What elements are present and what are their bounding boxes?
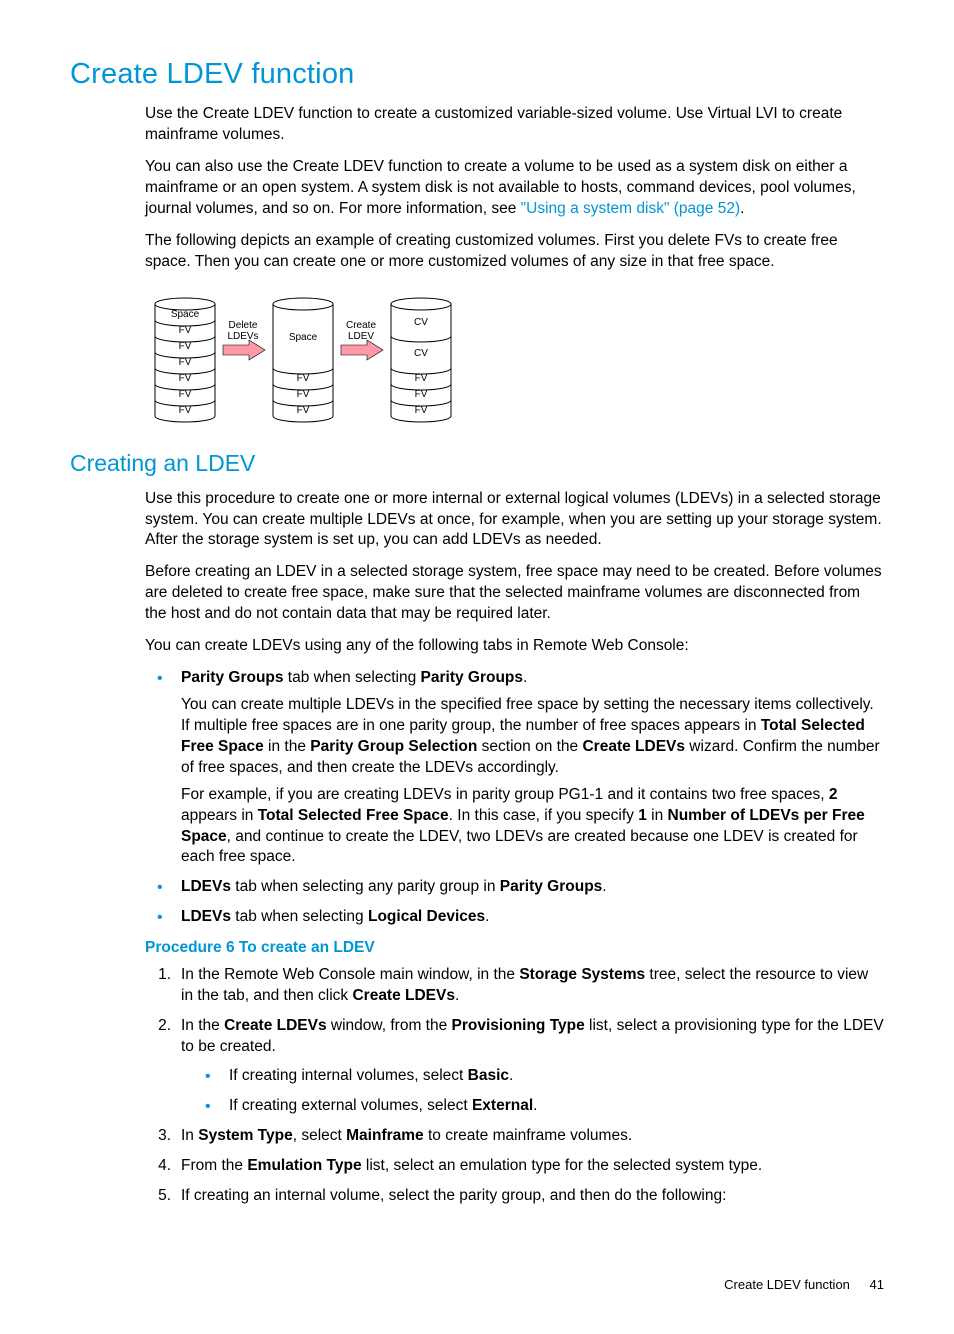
arrow1-text-1: LDEVs (227, 331, 258, 342)
procedure-steps: In the Remote Web Console main window, i… (145, 965, 884, 1206)
cyl1-row-4: FV (179, 373, 192, 384)
cyl2-row-2: FV (297, 389, 310, 400)
paragraph: Use this procedure to create one or more… (145, 489, 884, 552)
list-item: In the Remote Web Console main window, i… (145, 965, 884, 1007)
text: You can also use the Create LDEV functio… (145, 158, 856, 217)
paragraph: The following depicts an example of crea… (145, 231, 884, 273)
list-item: If creating an internal volume, select t… (145, 1186, 884, 1207)
cyl3-row-4: FV (415, 405, 428, 416)
diagram-create-ldev: Space FV FV FV FV FV FV Delete LDEVs (145, 288, 884, 423)
section-body: Use the Create LDEV function to create a… (145, 104, 884, 422)
paragraph: You can create LDEVs using any of the fo… (145, 636, 884, 657)
list-item: If creating external volumes, select Ext… (181, 1096, 884, 1117)
cyl1-row-0: Space (171, 309, 200, 320)
cyl3-row-2: FV (415, 373, 428, 384)
paragraph: Use the Create LDEV function to create a… (145, 104, 884, 146)
cyl1-row-6: FV (179, 405, 192, 416)
cyl2-row-3: FV (297, 405, 310, 416)
cyl2-row-1: FV (297, 373, 310, 384)
procedure-heading: Procedure 6 To create an LDEV (145, 938, 884, 959)
list-item: In System Type, select Mainframe to crea… (145, 1126, 884, 1147)
cyl3-row-3: FV (415, 389, 428, 400)
page-number: 41 (870, 1277, 884, 1292)
cyl3-row-0: CV (414, 317, 428, 328)
cyl1-row-2: FV (179, 341, 192, 352)
list-item: Parity Groups tab when selecting Parity … (145, 668, 884, 868)
arrow2-text-1: LDEV (348, 331, 374, 342)
bullet-list: Parity Groups tab when selecting Parity … (145, 668, 884, 928)
list-item: In the Create LDEVs window, from the Pro… (145, 1016, 884, 1117)
bullet-list: If creating internal volumes, select Bas… (181, 1066, 884, 1117)
section-heading-create-ldev-function: Create LDEV function (70, 55, 884, 94)
arrow1-text-0: Delete (229, 320, 258, 331)
cyl1-row-1: FV (179, 325, 192, 336)
text: . (740, 200, 744, 217)
page-footer: Create LDEV function 41 (70, 1276, 884, 1294)
cyl3-row-1: CV (414, 348, 428, 359)
paragraph: You can also use the Create LDEV functio… (145, 157, 884, 220)
list-item: LDEVs tab when selecting any parity grou… (145, 877, 884, 898)
cross-reference-link[interactable]: "Using a system disk" (page 52) (521, 200, 740, 217)
paragraph: For example, if you are creating LDEVs i… (181, 785, 884, 869)
cyl1-row-3: FV (179, 357, 192, 368)
text: Parity Groups tab when selecting Parity … (181, 669, 527, 686)
footer-section-title: Create LDEV function (724, 1277, 850, 1292)
list-item: If creating internal volumes, select Bas… (181, 1066, 884, 1087)
paragraph: You can create multiple LDEVs in the spe… (181, 695, 884, 779)
list-item: LDEVs tab when selecting Logical Devices… (145, 907, 884, 928)
paragraph: Before creating an LDEV in a selected st… (145, 562, 884, 625)
cyl2-row-0: Space (289, 332, 318, 343)
list-item: From the Emulation Type list, select an … (145, 1156, 884, 1177)
subsection-body: Use this procedure to create one or more… (145, 489, 884, 1207)
arrow2-text-0: Create (346, 320, 376, 331)
subsection-heading-creating-an-ldev: Creating an LDEV (70, 448, 884, 479)
cyl1-row-5: FV (179, 389, 192, 400)
